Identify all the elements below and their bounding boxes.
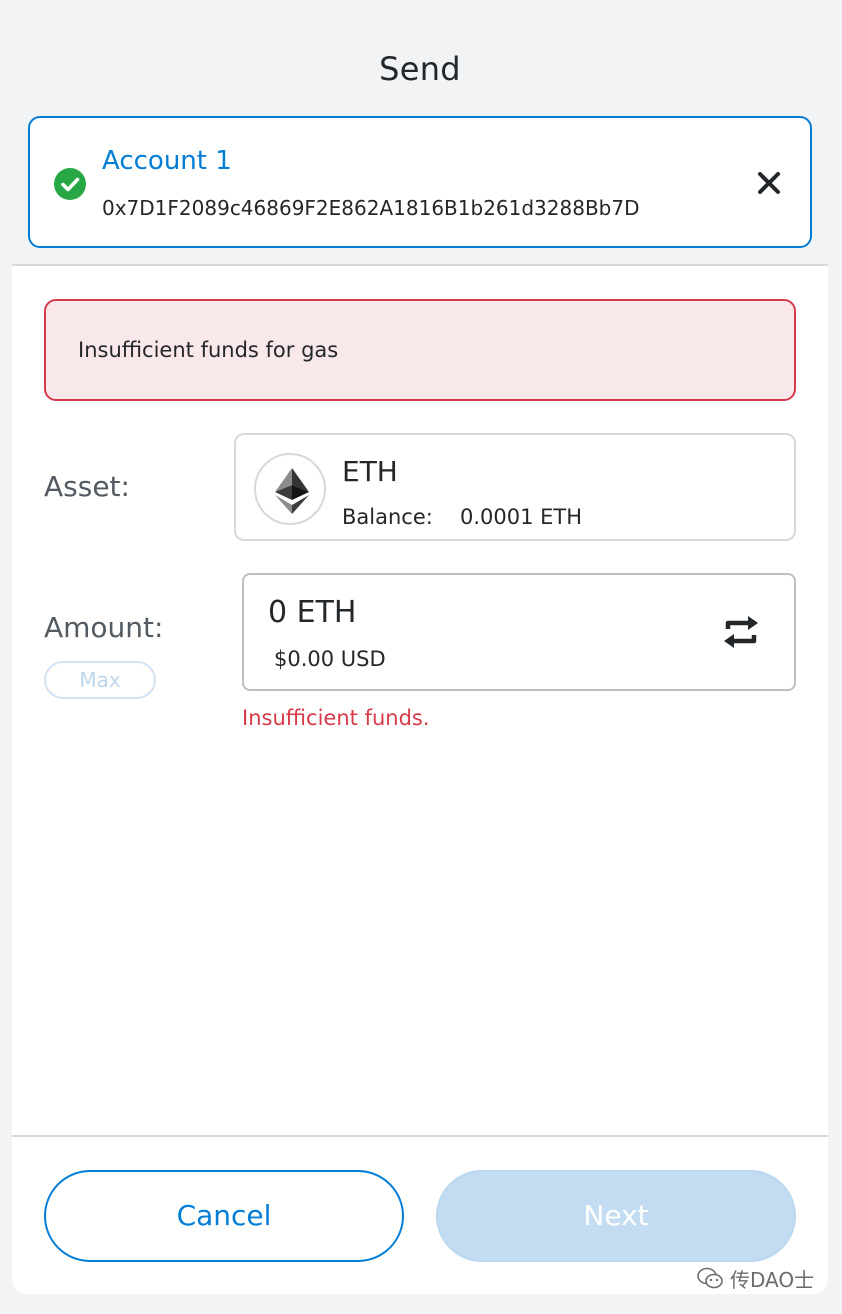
account-name: Account 1 <box>102 146 232 176</box>
send-header: Send Account 1 0x7D1F2089c46869F2E862A18… <box>12 16 828 266</box>
balance-value: 0.0001 ETH <box>460 505 583 529</box>
asset-label: Asset: <box>44 470 130 503</box>
close-icon[interactable] <box>756 170 782 196</box>
watermark-text: 传DAO士 <box>730 1268 815 1292</box>
amount-label: Amount: <box>44 611 164 644</box>
check-circle-icon <box>54 168 86 200</box>
asset-symbol: ETH <box>342 455 398 488</box>
amount-error-text: Insufficient funds. <box>242 706 430 730</box>
swap-currency-icon[interactable] <box>718 615 764 649</box>
page-title: Send <box>379 50 461 88</box>
max-button[interactable]: Max <box>44 661 156 699</box>
fiat-value: $0.00 USD <box>274 647 386 671</box>
balance-label: Balance: <box>342 505 433 529</box>
footer-divider <box>12 1135 828 1137</box>
send-dialog: Send Account 1 0x7D1F2089c46869F2E862A18… <box>12 16 828 1294</box>
next-button[interactable]: Next <box>436 1170 796 1262</box>
asset-selector[interactable]: ETH Balance: 0.0001 ETH <box>234 433 796 541</box>
amount-value[interactable]: 0 ETH <box>268 595 356 630</box>
amount-input[interactable]: 0 ETH $0.00 USD <box>242 573 796 691</box>
account-address: 0x7D1F2089c46869F2E862A1816B1b261d3288Bb… <box>102 196 640 220</box>
cancel-button[interactable]: Cancel <box>44 1170 404 1262</box>
gas-error-text: Insufficient funds for gas <box>78 338 339 362</box>
wechat-icon <box>696 1266 724 1295</box>
ethereum-logo-icon <box>254 453 326 525</box>
recipient-account-box[interactable]: Account 1 0x7D1F2089c46869F2E862A1816B1b… <box>28 116 812 248</box>
gas-error-banner: Insufficient funds for gas <box>44 299 796 401</box>
